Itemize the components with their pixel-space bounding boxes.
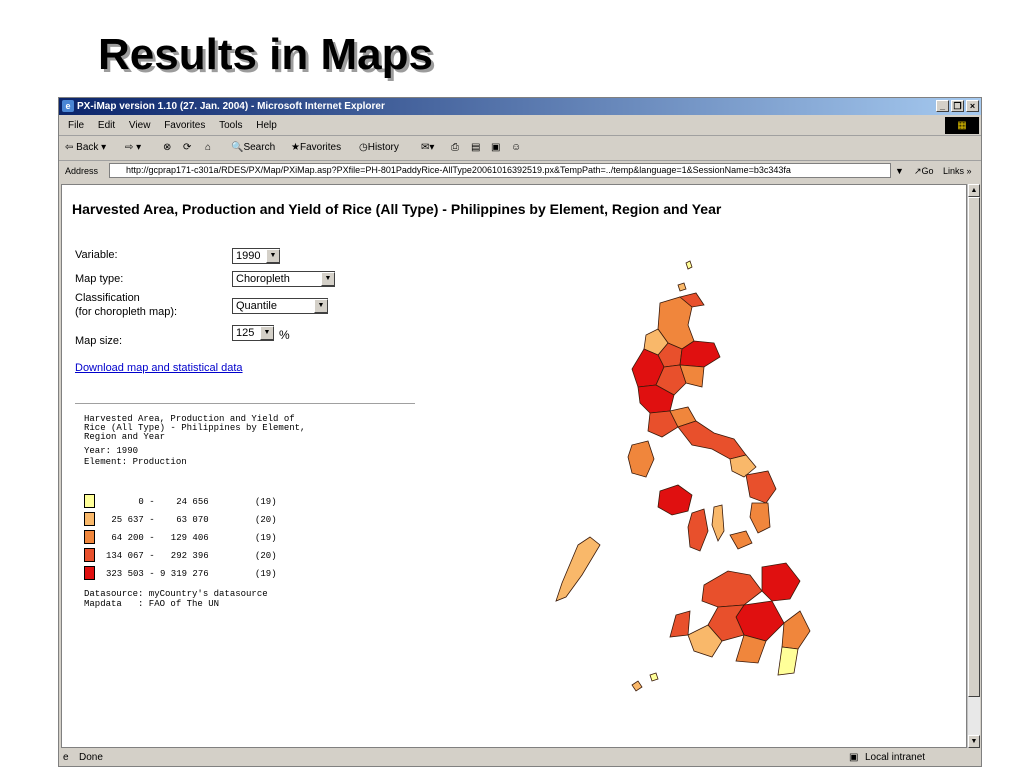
legend-swatch-5 (84, 566, 95, 580)
address-bar: Address http://gcprap171-c301a/RDES/PX/M… (59, 161, 981, 181)
address-dropdown-icon[interactable]: ▼ (895, 161, 904, 181)
chevron-down-icon: ▼ (321, 272, 335, 286)
vertical-scrollbar[interactable]: ▲ ▼ (967, 184, 980, 748)
window-title: PX-iMap version 1.10 (27. Jan. 2004) - M… (77, 101, 385, 112)
discuss-icon[interactable]: ▣ (491, 136, 500, 160)
legend-range-4: 134 067 - 292 396 (106, 551, 209, 561)
status-text: Done (79, 752, 103, 763)
history-button[interactable]: ◷History (359, 136, 399, 160)
divider (75, 403, 415, 404)
messenger-icon[interactable]: ☺ (511, 136, 521, 160)
legend-count-5: (19) (255, 569, 277, 579)
search-button[interactable]: 🔍Search (231, 136, 275, 160)
back-label: Back (76, 142, 99, 153)
close-button[interactable]: × (966, 100, 979, 112)
legend-mapdata: Mapdata : FAO of The UN (84, 599, 220, 609)
stop-icon[interactable]: ⊗ (163, 136, 171, 160)
legend-swatch-1 (84, 494, 95, 508)
legend-swatch-2 (84, 512, 95, 526)
menu-view[interactable]: View (129, 120, 151, 131)
legend-range-3: 64 200 - 129 406 (106, 533, 209, 543)
philippines-choropleth-map[interactable] (482, 245, 882, 705)
variable-label: Variable: (75, 249, 118, 261)
favorites-label: Favorites (299, 142, 342, 153)
legend-datasource: Datasource: myCountry's datasource (84, 589, 268, 599)
favorites-button[interactable]: ★Favorites (291, 136, 341, 160)
menu-tools[interactable]: Tools (219, 120, 242, 131)
download-link[interactable]: Download map and statistical data (75, 362, 243, 374)
legend-swatch-3 (84, 530, 95, 544)
legend-range-1: 0 - 24 656 (106, 497, 209, 507)
refresh-icon[interactable]: ⟳ (183, 136, 191, 160)
legend-range-2: 25 637 - 63 070 (106, 515, 209, 525)
menu-bar: File Edit View Favorites Tools Help ▦ (59, 116, 981, 136)
variable-select[interactable]: 1990 ▼ (232, 248, 280, 264)
address-input[interactable]: http://gcprap171-c301a/RDES/PX/Map/PXiMa… (109, 163, 891, 178)
legend-count-3: (19) (255, 533, 277, 543)
forward-icon[interactable]: ⇨ ▾ (125, 136, 141, 160)
mapsize-label: Map size: (75, 335, 123, 347)
maptype-select[interactable]: Choropleth ▼ (232, 271, 335, 287)
scroll-down-icon[interactable]: ▼ (968, 735, 980, 748)
go-label: Go (921, 166, 934, 176)
address-label: Address (65, 166, 99, 176)
maptype-value: Choropleth (236, 273, 290, 285)
legend-count-1: (19) (255, 497, 277, 507)
windows-logo-icon: ▦ (945, 117, 979, 134)
search-label: Search (243, 142, 276, 153)
chevron-down-icon: ▼ (314, 299, 328, 313)
legend-count-2: (20) (255, 515, 277, 525)
edit-icon[interactable]: ▤ (471, 136, 480, 160)
maptype-label: Map type: (75, 273, 124, 285)
toolbar: ⇦ Back ▾ ⇨ ▾ ⊗ ⟳ ⌂ 🔍Search ★Favorites ◷H… (59, 136, 981, 161)
classification-sublabel: (for choropleth map): (75, 306, 178, 318)
scroll-up-icon[interactable]: ▲ (968, 184, 980, 197)
page-content: Harvested Area, Production and Yield of … (61, 184, 967, 748)
legend-count-4: (20) (255, 551, 277, 561)
zone-text: Local intranet (865, 752, 926, 763)
back-button[interactable]: ⇦ Back ▾ (65, 136, 106, 160)
slide-title: Results in Maps (98, 30, 433, 79)
mapsize-select[interactable]: 125 ▼ (232, 325, 274, 341)
go-button[interactable]: ↗Go (914, 161, 934, 181)
home-icon[interactable]: ⌂ (205, 136, 211, 160)
legend-range-5: 323 503 - 9 319 276 (106, 569, 209, 579)
mapsize-value: 125 (236, 327, 255, 339)
ie-window: e PX-iMap version 1.10 (27. Jan. 2004) - … (58, 97, 982, 767)
window-controls: _ ❐ × (936, 100, 979, 112)
menu-help[interactable]: Help (256, 120, 277, 131)
mail-icon[interactable]: ✉▾ (421, 136, 434, 160)
chevron-down-icon: ▼ (266, 249, 280, 263)
links-button[interactable]: Links » (943, 161, 972, 181)
menu-favorites[interactable]: Favorites (164, 120, 205, 131)
legend-swatch-4 (84, 548, 95, 562)
status-bar: e Done ▣ Local intranet (59, 749, 981, 766)
print-icon[interactable]: ⎙ (451, 136, 459, 160)
title-bar[interactable]: e PX-iMap version 1.10 (27. Jan. 2004) - … (59, 98, 981, 115)
variable-value: 1990 (236, 250, 261, 262)
ie-app-icon: e (62, 100, 74, 112)
history-label: History (367, 142, 399, 153)
menu-file[interactable]: File (68, 120, 84, 131)
scroll-thumb[interactable] (968, 197, 980, 697)
classification-value: Quantile (236, 300, 277, 312)
classification-select[interactable]: Quantile ▼ (232, 298, 328, 314)
legend-year: Year: 1990 (84, 446, 139, 456)
page-heading: Harvested Area, Production and Yield of … (72, 201, 722, 217)
restore-button[interactable]: ❐ (951, 100, 964, 112)
mapsize-unit: % (279, 328, 290, 342)
minimize-button[interactable]: _ (936, 100, 949, 112)
zone-icon: ▣ (849, 752, 859, 763)
menu-edit[interactable]: Edit (98, 120, 115, 131)
legend-element: Element: Production (84, 457, 187, 467)
address-url: http://gcprap171-c301a/RDES/PX/Map/PXiMa… (126, 165, 791, 175)
links-label: Links (943, 166, 965, 176)
chevron-down-icon: ▼ (260, 326, 274, 340)
classification-label: Classification (75, 292, 140, 304)
page-done-icon: e (63, 752, 69, 763)
legend-title-line-3: Region and Year (84, 432, 166, 442)
